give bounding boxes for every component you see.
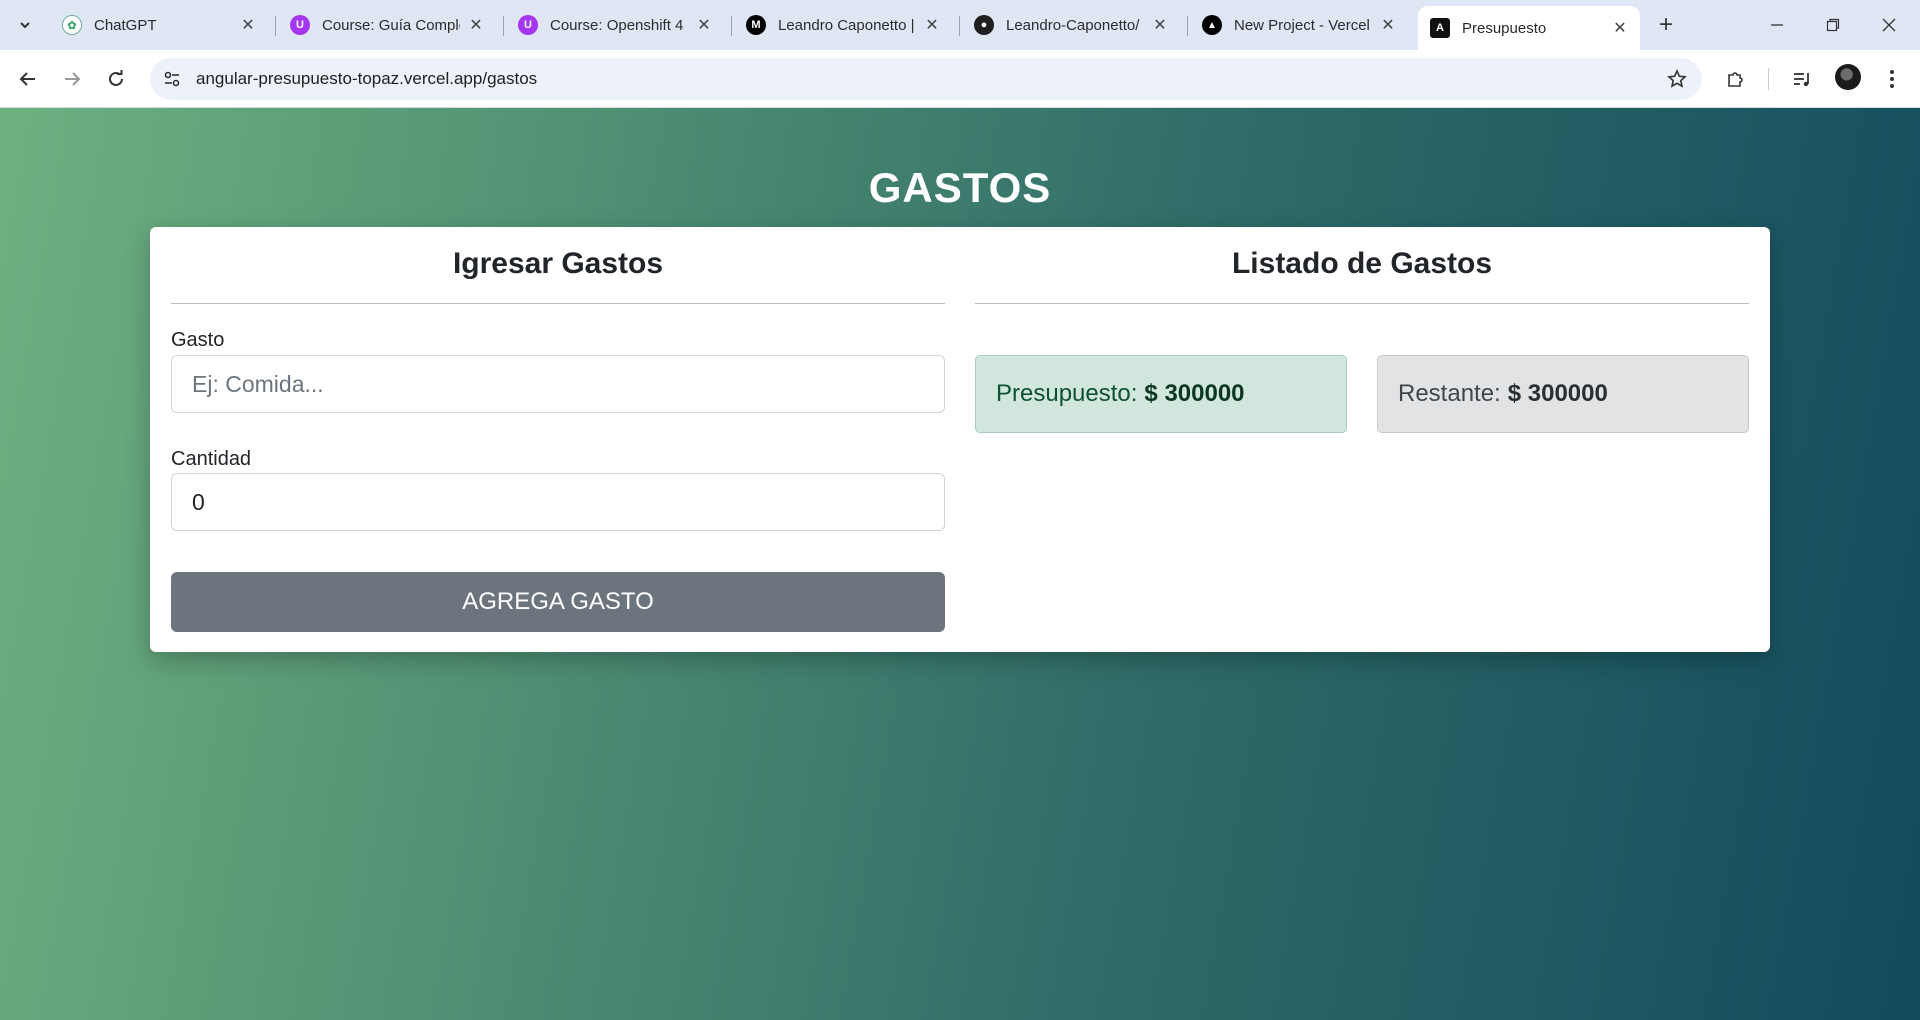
tab-github[interactable]: ● Leandro-Caponetto/ ✕ xyxy=(962,8,1180,42)
udemy-icon: U xyxy=(518,15,538,35)
tab-presupuesto[interactable]: A Presupuesto ✕ xyxy=(1418,6,1640,50)
gasto-label: Gasto xyxy=(171,329,225,351)
budget-alert: Presupuesto: $ 300000 xyxy=(975,355,1347,433)
tab-title: Course: Openshift 4 c xyxy=(550,16,688,34)
restore-icon xyxy=(1826,18,1840,32)
close-tab-icon[interactable]: ✕ xyxy=(238,15,258,35)
close-tab-icon[interactable]: ✕ xyxy=(694,15,714,35)
budget-label: Presupuesto: xyxy=(996,380,1138,407)
arrow-left-icon xyxy=(19,72,35,86)
tab-course-guia[interactable]: U Course: Guía Comple ✕ xyxy=(278,8,496,42)
more-vertical-icon xyxy=(1890,70,1894,88)
tab-divider xyxy=(275,16,276,36)
gasto-input[interactable] xyxy=(171,355,945,413)
close-tab-icon[interactable]: ✕ xyxy=(466,15,486,35)
reload-icon xyxy=(109,70,123,86)
tab-title: Leandro Caponetto | xyxy=(778,16,915,34)
extensions-button[interactable] xyxy=(1720,63,1752,95)
site-info-icon[interactable] xyxy=(162,69,182,89)
page-title: GASTOS xyxy=(868,164,1052,211)
arrow-right-icon xyxy=(65,72,81,86)
close-tab-icon[interactable]: ✕ xyxy=(1378,15,1398,35)
profile-avatar[interactable] xyxy=(1835,64,1861,90)
tab-title: Course: Guía Comple xyxy=(322,16,460,34)
chatgpt-icon: ✿ xyxy=(62,15,82,35)
cantidad-input[interactable] xyxy=(171,473,945,531)
tab-divider xyxy=(731,16,732,36)
browser-menu-button[interactable] xyxy=(1876,63,1908,95)
address-bar[interactable]: angular-presupuesto-topaz.vercel.app/gas… xyxy=(150,58,1702,100)
angular-icon: A xyxy=(1430,18,1450,38)
form-heading: Igresar Gastos xyxy=(452,247,664,280)
cantidad-label: Cantidad xyxy=(171,448,252,470)
vercel-icon: ▲ xyxy=(1202,15,1222,35)
add-expense-button[interactable]: AGREGA GASTO xyxy=(171,572,945,632)
remaining-value: $ 300000 xyxy=(1507,380,1608,407)
reload-button[interactable] xyxy=(100,63,132,95)
tab-divider xyxy=(1187,16,1188,36)
toolbar-divider xyxy=(1768,68,1769,90)
url-text[interactable]: angular-presupuesto-topaz.vercel.app/gas… xyxy=(196,69,537,89)
tab-chatgpt[interactable]: ✿ ChatGPT ✕ xyxy=(50,8,268,42)
expenses-card: Igresar Gastos Gasto Cantidad AGREGA GAS… xyxy=(150,227,1770,652)
chevron-down-icon xyxy=(20,22,30,29)
tab-title: New Project - Vercel xyxy=(1234,16,1370,34)
list-heading: Listado de Gastos xyxy=(1231,247,1493,280)
page-content: GASTOS Igresar Gastos Gasto Cantidad AGR… xyxy=(0,108,1920,1020)
plus-icon: + xyxy=(1658,11,1673,38)
tab-divider xyxy=(959,16,960,36)
tab-course-openshift[interactable]: U Course: Openshift 4 c ✕ xyxy=(506,8,724,42)
bookmark-star-icon[interactable] xyxy=(1666,68,1688,90)
udemy-icon: U xyxy=(290,15,310,35)
playlist-icon xyxy=(1794,73,1809,87)
tab-leandro-medium[interactable]: M Leandro Caponetto | ✕ xyxy=(734,8,952,42)
budget-value: $ 300000 xyxy=(1144,380,1245,407)
tab-title: ChatGPT xyxy=(94,16,157,34)
browser-toolbar: angular-presupuesto-topaz.vercel.app/gas… xyxy=(0,50,1920,108)
remaining-alert: Restante: $ 300000 xyxy=(1377,355,1749,433)
remaining-label: Restante: xyxy=(1398,380,1501,407)
list-divider xyxy=(975,303,1749,304)
restore-button[interactable] xyxy=(1810,8,1856,42)
media-controls-button[interactable] xyxy=(1786,63,1818,95)
close-window-button[interactable] xyxy=(1866,8,1912,42)
tab-strip: ✿ ChatGPT ✕ U Course: Guía Comple ✕ U Co… xyxy=(0,0,1920,50)
forward-button[interactable] xyxy=(56,63,88,95)
tab-divider xyxy=(503,16,504,36)
tab-search-button[interactable] xyxy=(10,12,40,38)
close-tab-icon[interactable]: ✕ xyxy=(922,15,942,35)
close-tab-icon[interactable]: ✕ xyxy=(1150,15,1170,35)
github-icon: ● xyxy=(974,15,994,35)
minimize-icon xyxy=(1771,24,1783,26)
tab-title: Leandro-Caponetto/ xyxy=(1006,16,1140,34)
new-tab-button[interactable]: + xyxy=(1652,11,1680,38)
minimize-button[interactable] xyxy=(1754,8,1800,42)
form-divider xyxy=(171,303,945,304)
tab-vercel[interactable]: ▲ New Project - Vercel ✕ xyxy=(1190,8,1408,42)
close-tab-icon[interactable]: ✕ xyxy=(1610,18,1630,38)
back-button[interactable] xyxy=(12,63,44,95)
medium-icon: M xyxy=(746,15,766,35)
close-icon xyxy=(1882,18,1896,32)
puzzle-icon xyxy=(1728,72,1743,87)
tab-title: Presupuesto xyxy=(1462,19,1547,37)
